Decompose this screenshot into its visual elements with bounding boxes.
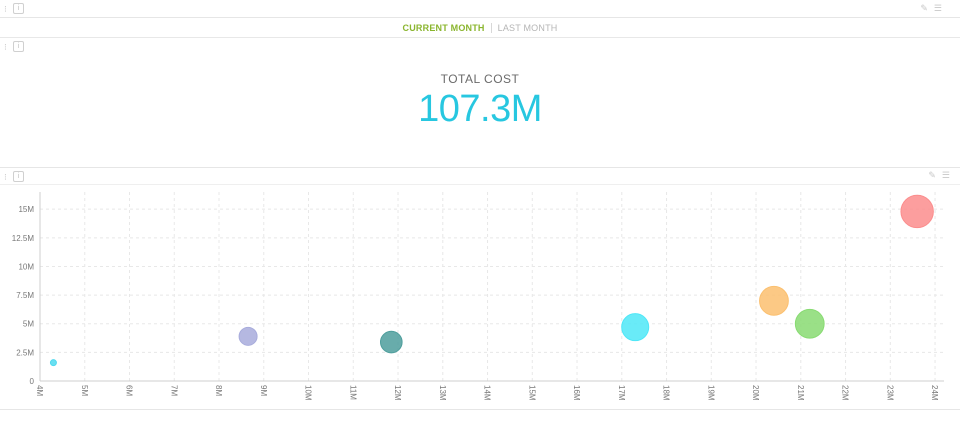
drag-handle-icon[interactable]: ⁝ — [4, 4, 7, 14]
y-tick-label: 7.5M — [16, 291, 34, 300]
dashboard: ⁝ i ✎ ☰ CURRENT MONTH LAST MONTH ⁝ i TOT… — [0, 0, 960, 423]
y-tick-label: 2.5M — [16, 348, 34, 357]
kpi-panel-tools: ⁝ i — [4, 41, 24, 52]
period-tabs: CURRENT MONTH LAST MONTH — [0, 18, 960, 38]
edit-icon[interactable]: ✎ — [920, 3, 928, 13]
x-tick-label: 16M — [572, 385, 581, 401]
x-tick-label: 20M — [751, 385, 760, 401]
bubble[interactable] — [49, 359, 57, 367]
total-cost-panel: ⁝ i TOTAL COST 107.3M — [0, 38, 960, 168]
y-tick-label: 12.5M — [12, 234, 35, 243]
x-tick-label: 12M — [393, 385, 402, 401]
y-tick-label: 5M — [23, 320, 34, 329]
drag-handle-icon[interactable]: ⁝ — [4, 42, 7, 52]
outer-panel-tools-right: ✎ ☰ — [920, 3, 942, 13]
x-tick-label: 13M — [438, 385, 447, 401]
x-tick-label: 21M — [796, 385, 805, 401]
menu-icon[interactable]: ☰ — [934, 3, 942, 13]
info-icon[interactable]: i — [12, 41, 24, 52]
x-tick-label: 23M — [885, 385, 894, 401]
x-tick-label: 7M — [169, 385, 178, 396]
x-tick-label: 18M — [662, 385, 671, 401]
bubble-chart: 0 2.5M 5M 7.5M 10M 12.5M 15M 4M 5M 6M 7M 8M 9M 10M 11M… — [12, 192, 944, 401]
x-tick-label: 8M — [214, 385, 223, 396]
bubble[interactable] — [900, 194, 934, 229]
bubble[interactable] — [238, 326, 258, 346]
bubble[interactable] — [759, 285, 789, 316]
info-icon[interactable]: i — [12, 3, 24, 14]
x-tick-label: 22M — [841, 385, 850, 401]
y-tick-label: 15M — [18, 205, 34, 214]
x-tick-label: 5M — [80, 385, 89, 396]
x-tick-label: 10M — [304, 385, 313, 401]
tab-current-month[interactable]: CURRENT MONTH — [397, 23, 491, 33]
x-tick-label: 19M — [706, 385, 715, 401]
x-tick-label: 4M — [35, 385, 44, 396]
tab-last-month[interactable]: LAST MONTH — [492, 23, 564, 33]
outer-panel-header: ⁝ i ✎ ☰ — [0, 0, 960, 18]
outer-panel-tools-left: ⁝ i — [4, 3, 24, 14]
x-tick-label: 17M — [617, 385, 626, 401]
x-tick-label: 9M — [259, 385, 268, 396]
y-tick-label: 0 — [30, 377, 35, 386]
total-cost-label: TOTAL COST — [440, 72, 520, 86]
x-tick-label: 11M — [348, 385, 357, 400]
bubble[interactable] — [380, 330, 403, 354]
bubble[interactable] — [794, 308, 825, 339]
x-tick-label: 15M — [527, 385, 536, 401]
bubble[interactable] — [621, 313, 650, 342]
total-cost-value: 107.3M — [418, 88, 542, 130]
bubble-chart-panel: ⁝ i ✎ ☰ 0 2.5M 5M 7.5M 10M 12.5M 15M 4M 5M 6M 7M 8M… — [0, 168, 960, 410]
x-tick-label: 24M — [930, 385, 939, 401]
x-tick-label: 6M — [125, 385, 134, 396]
y-tick-label: 10M — [18, 262, 34, 271]
x-tick-label: 14M — [483, 385, 492, 401]
